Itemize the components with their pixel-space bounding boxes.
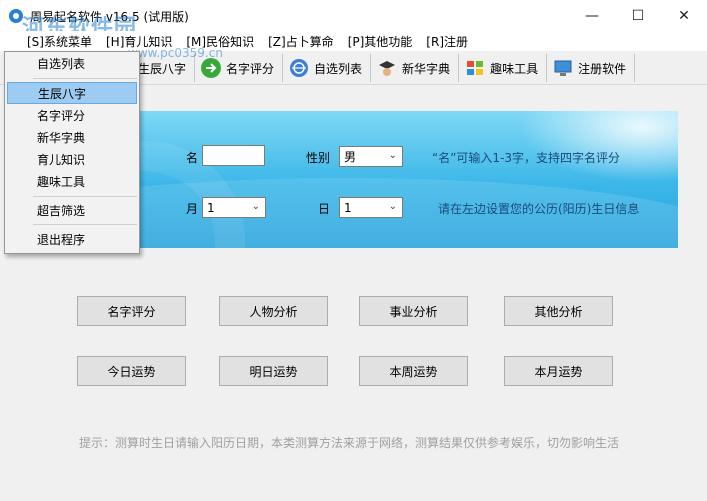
close-button[interactable]: ✕ bbox=[661, 0, 707, 31]
dropdown-item-fun-tools[interactable]: 趣味工具 bbox=[5, 170, 139, 192]
gender-label: 性别 bbox=[306, 151, 331, 165]
chevron-down-icon: ⌄ bbox=[388, 201, 397, 212]
date-hint: 请在左边设置您的公历(阳历)生日信息 bbox=[438, 202, 640, 216]
toolbar-label: 趣味工具 bbox=[490, 61, 539, 76]
maximize-icon: ☐ bbox=[631, 7, 645, 24]
windows-icon bbox=[465, 58, 485, 78]
name-label: 名 bbox=[186, 151, 199, 165]
dropdown-item-name-score[interactable]: 名字评分 bbox=[5, 104, 139, 126]
toolbar-label: 生辰八字 bbox=[138, 61, 187, 76]
month-select[interactable]: 1 ⌄ bbox=[202, 197, 266, 218]
chevron-down-icon: ⌄ bbox=[388, 150, 397, 161]
career-analysis-button[interactable]: 事业分析 bbox=[359, 296, 468, 326]
gender-value: 男 bbox=[344, 150, 357, 164]
toolbar-label: 新华字典 bbox=[402, 61, 451, 76]
menu-other[interactable]: [P]其他功能 bbox=[341, 33, 420, 50]
toolbar-dictionary[interactable]: 新华字典 bbox=[371, 54, 460, 82]
name-score-button[interactable]: 名字评分 bbox=[77, 296, 186, 326]
dropdown-item-birth-chart[interactable]: 生辰八字 bbox=[7, 82, 137, 104]
gender-select[interactable]: 男 ⌄ bbox=[339, 146, 403, 167]
week-fortune-button[interactable]: 本周运势 bbox=[359, 356, 468, 386]
character-analysis-button[interactable]: 人物分析 bbox=[219, 296, 328, 326]
footer-tip: 提示：测算时生日请输入阳历日期，本类测算方法来源于网络，测算结果仅供参考娱乐，切… bbox=[79, 436, 620, 450]
dropdown-separator bbox=[33, 224, 137, 225]
tomorrow-fortune-button[interactable]: 明日运势 bbox=[219, 356, 328, 386]
dropdown-item-exit[interactable]: 退出程序 bbox=[5, 228, 139, 250]
monitor-icon bbox=[553, 58, 573, 78]
toolbar-birth-chart[interactable]: 生辰八字 bbox=[138, 54, 196, 82]
minimize-icon: — bbox=[585, 7, 599, 24]
day-value: 1 bbox=[344, 200, 352, 215]
toolbar-register[interactable]: 注册软件 bbox=[547, 54, 636, 82]
globe-icon bbox=[289, 58, 309, 78]
dropdown-separator bbox=[33, 196, 137, 197]
close-icon: ✕ bbox=[678, 7, 690, 24]
window-title: 周易起名软件 v16.5 (试用版) bbox=[30, 10, 189, 24]
other-analysis-button[interactable]: 其他分析 bbox=[504, 296, 613, 326]
system-menu-dropdown: 自选列表 生辰八字 名字评分 新华字典 育儿知识 趣味工具 超吉筛选 退出程序 bbox=[4, 51, 140, 254]
toolbar-custom-list[interactable]: 自选列表 bbox=[283, 54, 372, 82]
scholar-icon bbox=[377, 58, 397, 78]
toolbar-fun-tools[interactable]: 趣味工具 bbox=[459, 54, 548, 82]
title-bar: 周易起名软件 v16.5 (试用版) 河东软件园 — ☐ ✕ bbox=[0, 0, 707, 41]
day-select[interactable]: 1 ⌄ bbox=[339, 197, 403, 218]
menu-register[interactable]: [R]注册 bbox=[419, 33, 475, 50]
arrow-right-icon bbox=[201, 58, 222, 78]
dropdown-item-parenting[interactable]: 育儿知识 bbox=[5, 148, 139, 170]
dropdown-item-dictionary[interactable]: 新华字典 bbox=[5, 126, 139, 148]
dropdown-item-custom-list[interactable]: 自选列表 bbox=[5, 52, 139, 74]
toolbar-label: 注册软件 bbox=[578, 61, 627, 76]
day-label: 日 bbox=[318, 202, 331, 216]
toolbar-label: 自选列表 bbox=[314, 61, 363, 76]
menu-parenting[interactable]: [H]育儿知识 bbox=[99, 33, 179, 50]
menu-divination[interactable]: [Z]占卜算命 bbox=[261, 33, 341, 50]
dropdown-item-lucky-filter[interactable]: 超吉筛选 bbox=[5, 199, 139, 221]
toolbar-label: 名字评分 bbox=[226, 61, 275, 76]
month-fortune-button[interactable]: 本月运势 bbox=[504, 356, 613, 386]
name-input[interactable] bbox=[202, 145, 265, 166]
chevron-down-icon: ⌄ bbox=[251, 201, 260, 212]
minimize-button[interactable]: — bbox=[569, 0, 615, 31]
name-hint: “名”可输入1-3字，支持四字名评分 bbox=[432, 151, 621, 165]
today-fortune-button[interactable]: 今日运势 bbox=[77, 356, 186, 386]
dropdown-separator bbox=[33, 78, 137, 79]
menu-folklore[interactable]: [M]民俗知识 bbox=[179, 33, 261, 50]
menu-system[interactable]: [S]系统菜单 bbox=[20, 33, 99, 50]
month-value: 1 bbox=[207, 200, 215, 215]
menu-bar: [S]系统菜单 [H]育儿知识 [M]民俗知识 [Z]占卜算命 [P]其他功能 … bbox=[0, 31, 707, 51]
maximize-button[interactable]: ☐ bbox=[615, 0, 661, 31]
app-icon bbox=[8, 8, 24, 24]
toolbar-name-score[interactable]: 名字评分 bbox=[195, 54, 284, 82]
month-label: 月 bbox=[186, 202, 199, 216]
